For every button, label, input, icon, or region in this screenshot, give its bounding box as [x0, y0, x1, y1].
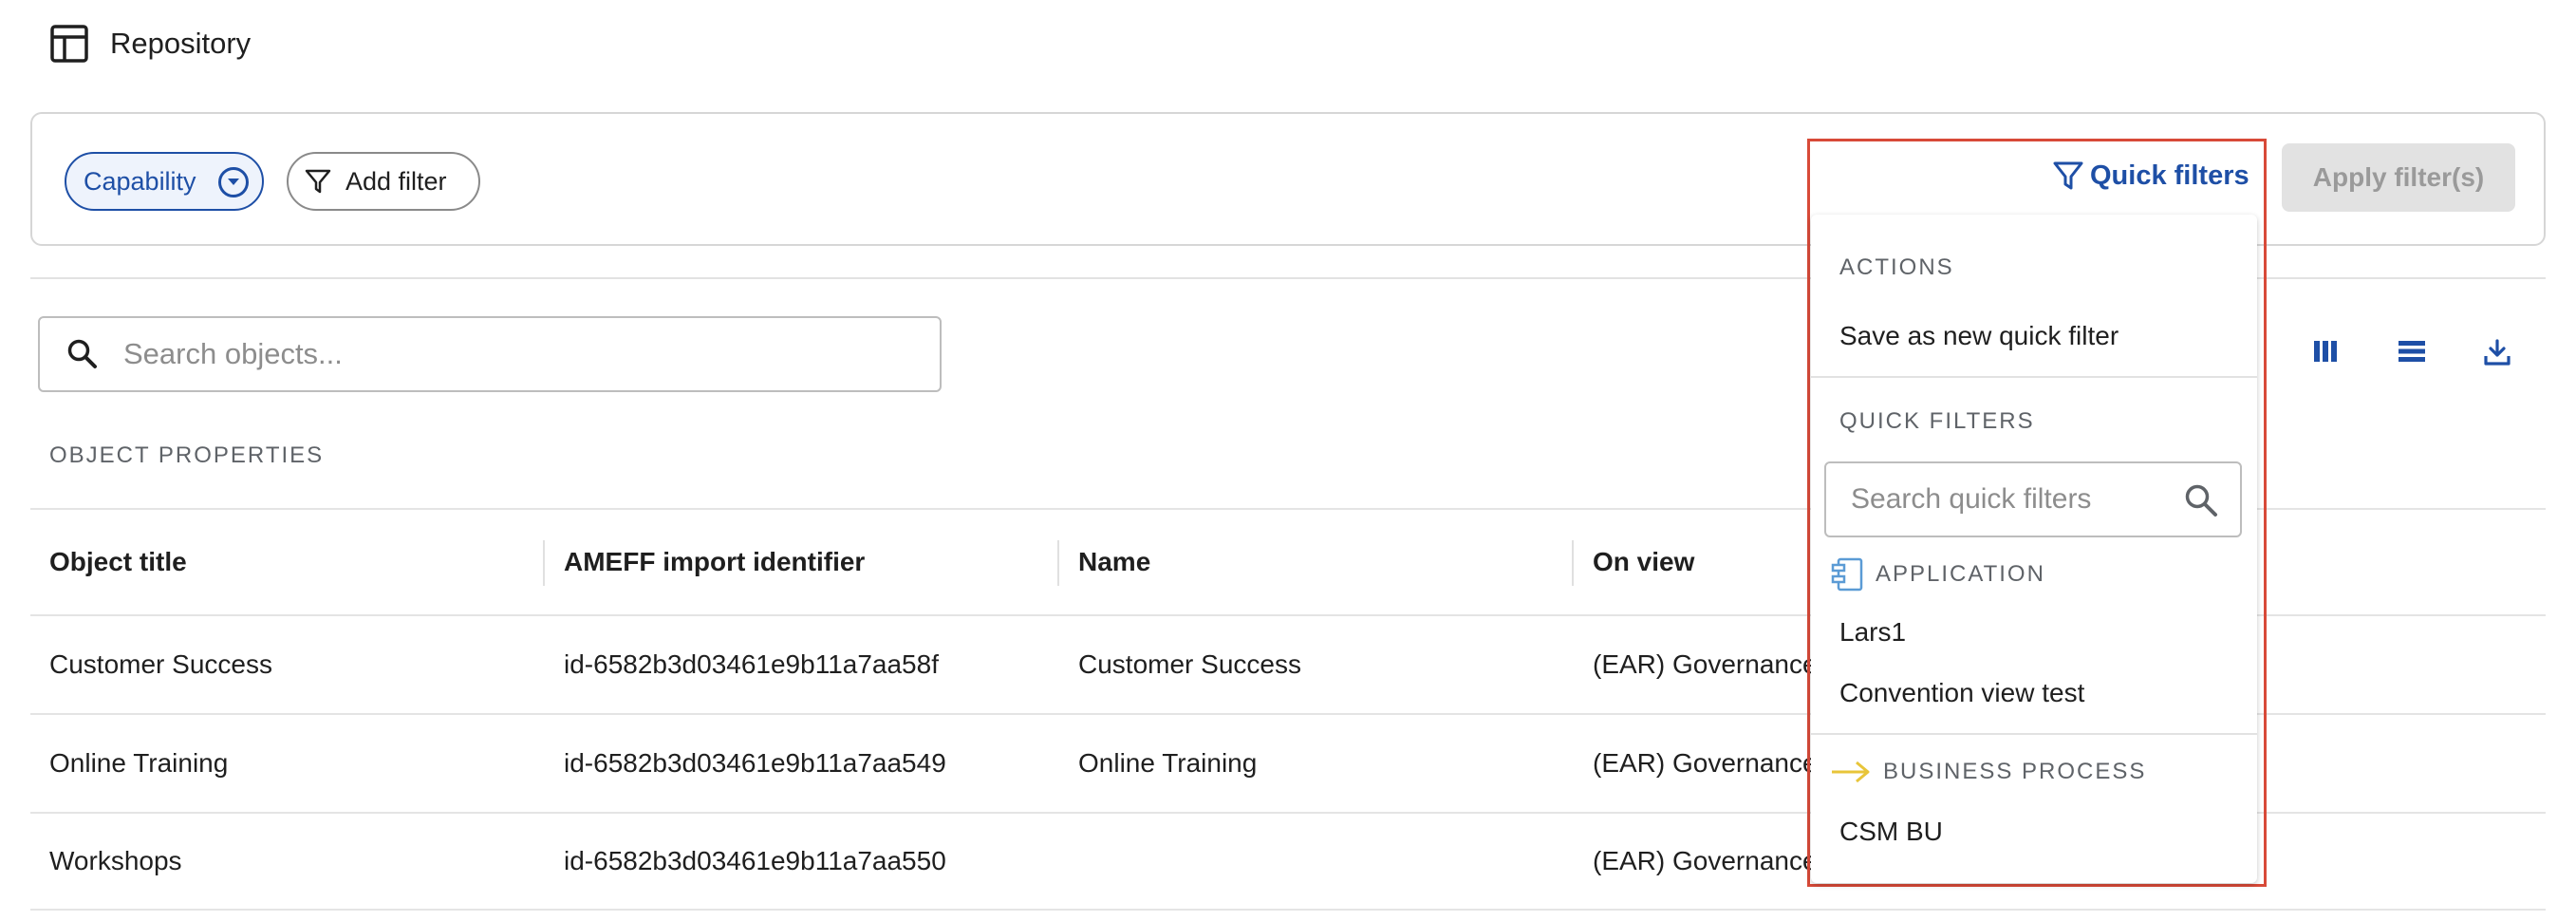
column-header-ameff-id[interactable]: AMEFF import identifier — [564, 510, 865, 614]
cell-ameff-id: id-6582b3d03461e9b11a7aa550 — [564, 846, 946, 875]
quick-filter-item-convention-view-test[interactable]: Convention view test — [1839, 678, 2084, 708]
menu-divider — [1811, 376, 2257, 378]
quick-filter-item-csm-bu[interactable]: CSM BU — [1839, 817, 1943, 847]
quick-filter-search-input[interactable] — [1851, 483, 2174, 516]
apply-filters-button[interactable]: Apply filter(s) — [2282, 143, 2515, 212]
cell-on-view: (EAR) Governance — [1593, 748, 1818, 778]
cell-object-title: Online Training — [49, 748, 229, 778]
search-box — [38, 316, 942, 392]
application-group-heading: APPLICATION — [1830, 556, 2045, 592]
search-icon — [67, 339, 97, 368]
quick-filter-item-lars1[interactable]: Lars1 — [1839, 617, 1906, 648]
cell-object-title: Workshops — [49, 846, 182, 875]
cell-ameff-id: id-6582b3d03461e9b11a7aa549 — [564, 748, 946, 778]
cell-name: Online Training — [1078, 748, 1258, 778]
column-separator[interactable] — [1057, 540, 1059, 586]
search-icon — [2185, 484, 2217, 517]
capability-filter-chip[interactable]: Capability — [65, 152, 264, 211]
business-process-group-label: BUSINESS PROCESS — [1883, 759, 2147, 784]
cell-object-title: Customer Success — [49, 649, 272, 679]
application-component-icon — [1831, 557, 1863, 592]
filter-icon — [305, 169, 331, 194]
quick-filter-search-box — [1824, 461, 2242, 537]
column-separator[interactable] — [543, 540, 545, 586]
application-group-label: APPLICATION — [1876, 561, 2045, 587]
object-properties-label: OBJECT PROPERTIES — [49, 442, 325, 468]
quick-filters-menu: ACTIONS Save as new quick filter QUICK F… — [1811, 215, 2257, 883]
quick-filters-button[interactable]: Quick filters — [2052, 160, 2249, 192]
add-filter-label: Add filter — [345, 166, 447, 196]
cell-name: Customer Success — [1078, 649, 1301, 679]
density-icon[interactable] — [2398, 338, 2426, 365]
save-quick-filter-menu-item[interactable]: Save as new quick filter — [1839, 321, 2119, 351]
arrow-right-icon — [1832, 761, 1870, 783]
table-icon — [50, 25, 88, 63]
menu-divider — [1811, 733, 2257, 735]
cell-on-view: (EAR) Governance — [1593, 846, 1818, 875]
add-filter-button[interactable]: Add filter — [287, 152, 480, 211]
quick-filters-label: Quick filters — [2090, 160, 2249, 191]
quick-filters-heading: QUICK FILTERS — [1839, 408, 2035, 434]
column-header-object-title[interactable]: Object title — [49, 510, 187, 614]
column-header-on-view[interactable]: On view — [1593, 510, 1694, 614]
download-icon[interactable] — [2483, 338, 2511, 367]
page-title: Repository — [110, 27, 252, 60]
cell-ameff-id: id-6582b3d03461e9b11a7aa58f — [564, 649, 939, 679]
search-input[interactable] — [123, 337, 902, 371]
columns-icon[interactable] — [2312, 338, 2339, 365]
capability-chip-label: Capability — [84, 166, 196, 196]
cell-on-view: (EAR) Governance — [1593, 649, 1818, 679]
actions-heading: ACTIONS — [1839, 254, 1954, 280]
page-header: Repository — [49, 23, 251, 65]
filter-icon — [2053, 161, 2083, 190]
column-separator[interactable] — [1572, 540, 1574, 586]
business-process-group-heading: BUSINESS PROCESS — [1830, 758, 2146, 786]
column-header-name[interactable]: Name — [1078, 510, 1150, 614]
chevron-down-circle-icon[interactable] — [218, 167, 249, 197]
